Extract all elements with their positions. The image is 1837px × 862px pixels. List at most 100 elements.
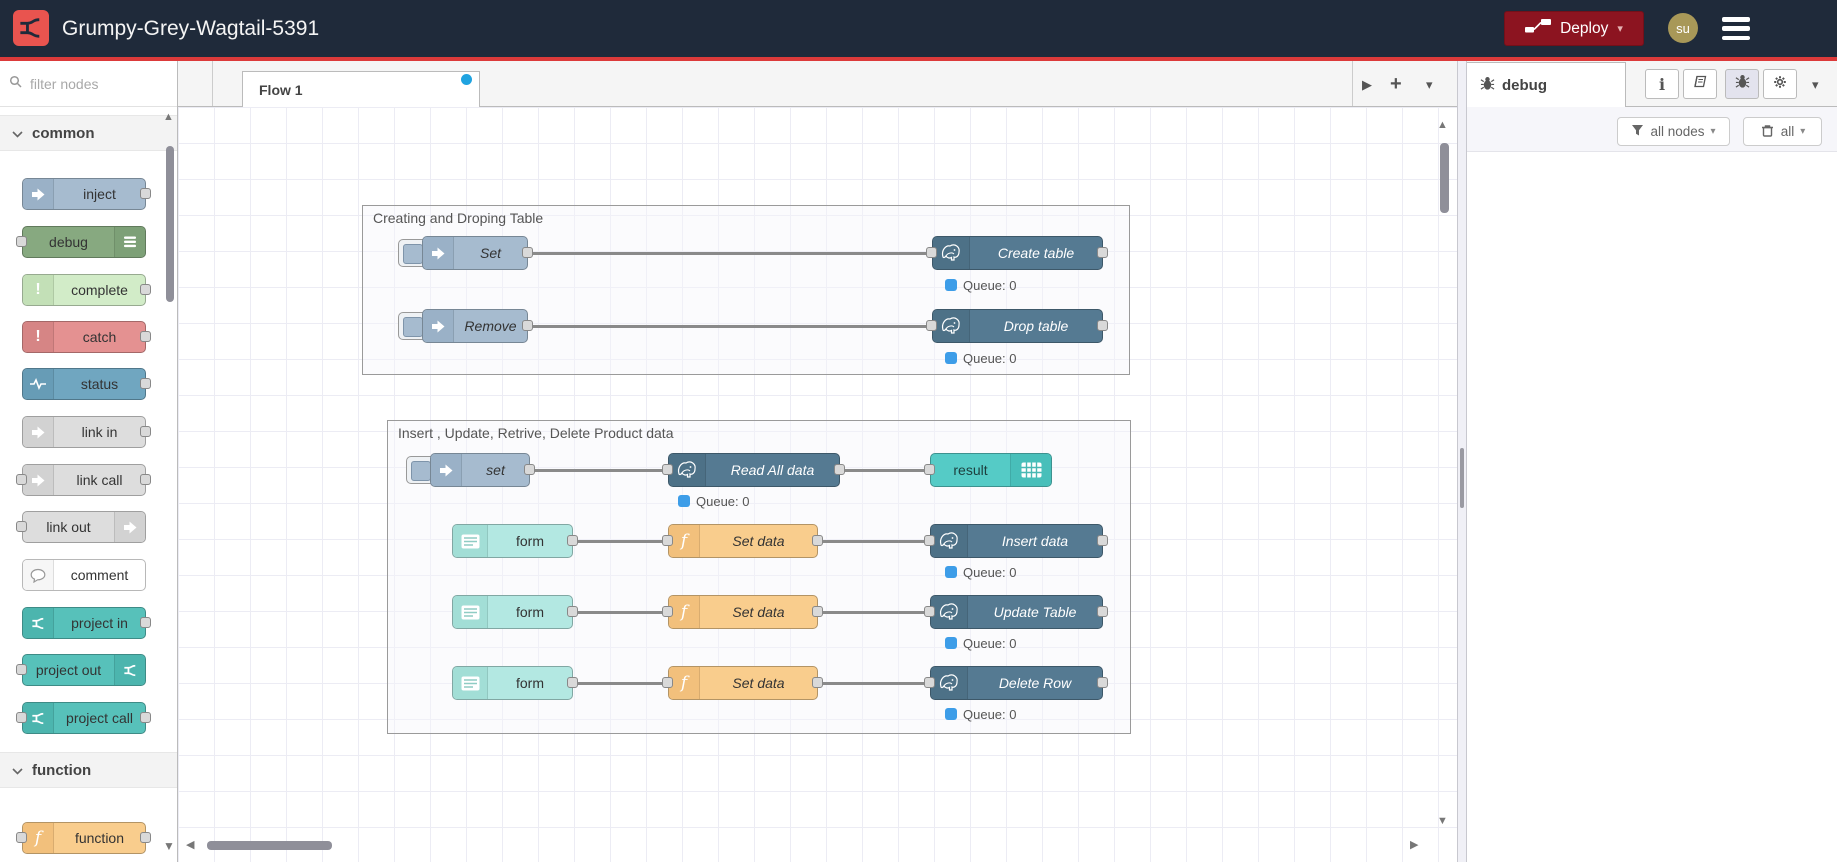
hamburger-menu-icon[interactable]: [1722, 17, 1750, 40]
output-port[interactable]: [1097, 606, 1108, 617]
output-port[interactable]: [567, 606, 578, 617]
next-flow-button[interactable]: ▶: [1362, 77, 1372, 93]
input-port[interactable]: [16, 832, 27, 843]
output-port[interactable]: [812, 535, 823, 546]
output-port[interactable]: [812, 677, 823, 688]
input-port[interactable]: [924, 677, 935, 688]
node-form[interactable]: form: [452, 524, 573, 558]
output-port[interactable]: [140, 712, 151, 723]
config-panel-button[interactable]: [1763, 69, 1797, 99]
deploy-chevron-icon[interactable]: ▾: [1617, 22, 1623, 35]
canvas-hscrollbar-thumb[interactable]: [207, 841, 332, 850]
node-set-lower[interactable]: set: [430, 453, 530, 487]
output-port[interactable]: [567, 677, 578, 688]
input-port[interactable]: [662, 464, 673, 475]
node-set-data[interactable]: f Set data: [668, 524, 818, 558]
input-port[interactable]: [924, 535, 935, 546]
debug-clear-button[interactable]: all ▾: [1743, 117, 1822, 146]
debug-panel-button[interactable]: [1725, 69, 1759, 99]
canvas-scroll-right-icon[interactable]: ▶: [1410, 840, 1418, 851]
canvas-scroll-up-icon[interactable]: ▲: [1437, 120, 1448, 131]
output-port[interactable]: [812, 606, 823, 617]
output-port[interactable]: [140, 331, 151, 342]
wire[interactable]: [818, 540, 930, 543]
filter-nodes-input[interactable]: [28, 74, 162, 93]
output-port[interactable]: [522, 320, 533, 331]
palette-node-comment[interactable]: comment: [22, 559, 146, 591]
palette-node-link-out[interactable]: link out: [22, 511, 146, 543]
output-port[interactable]: [1097, 320, 1108, 331]
output-port[interactable]: [140, 378, 151, 389]
flow-list-chevron-icon[interactable]: ▾: [1426, 77, 1433, 93]
wire[interactable]: [528, 325, 932, 328]
node-set[interactable]: Set: [422, 236, 528, 270]
input-port[interactable]: [16, 712, 27, 723]
output-port[interactable]: [140, 284, 151, 295]
output-port[interactable]: [140, 426, 151, 437]
palette-node-project-out[interactable]: project out: [22, 654, 146, 686]
palette-node-debug[interactable]: debug: [22, 226, 146, 258]
canvas-scroll-left-icon[interactable]: ◀: [186, 840, 194, 851]
wire[interactable]: [528, 252, 932, 255]
palette-category-function[interactable]: function: [0, 752, 177, 788]
sidebar-options-chevron-icon[interactable]: ▾: [1812, 77, 1819, 93]
input-port[interactable]: [16, 236, 27, 247]
palette-node-link-in[interactable]: link in: [22, 416, 146, 448]
wire[interactable]: [573, 682, 668, 685]
output-port[interactable]: [1097, 677, 1108, 688]
wire[interactable]: [573, 540, 668, 543]
input-port[interactable]: [926, 320, 937, 331]
wire[interactable]: [573, 611, 668, 614]
input-port[interactable]: [924, 464, 935, 475]
palette-category-common[interactable]: common: [0, 115, 177, 151]
output-port[interactable]: [140, 188, 151, 199]
debug-filter-button[interactable]: all nodes ▾: [1617, 117, 1730, 146]
input-port[interactable]: [924, 606, 935, 617]
palette-node-function[interactable]: f function: [22, 822, 146, 854]
input-port[interactable]: [662, 606, 673, 617]
input-port[interactable]: [16, 664, 27, 675]
palette-node-inject[interactable]: inject: [22, 178, 146, 210]
info-panel-button[interactable]: i: [1645, 69, 1679, 99]
tab-flow-1[interactable]: Flow 1: [242, 71, 480, 107]
output-port[interactable]: [567, 535, 578, 546]
wire[interactable]: [818, 682, 930, 685]
palette-node-catch[interactable]: ! catch: [22, 321, 146, 353]
node-update-table[interactable]: Update Table: [930, 595, 1103, 629]
palette-scrollbar-thumb[interactable]: [166, 146, 174, 302]
node-form[interactable]: form: [452, 595, 573, 629]
canvas-scroll-down-icon[interactable]: ▼: [1437, 816, 1448, 827]
node-set-data[interactable]: f Set data: [668, 595, 818, 629]
wire[interactable]: [530, 469, 668, 472]
input-port[interactable]: [16, 474, 27, 485]
palette-scroll-down-icon[interactable]: ▼: [163, 840, 175, 852]
debug-messages-panel[interactable]: [1467, 152, 1837, 862]
input-port[interactable]: [662, 535, 673, 546]
help-panel-button[interactable]: [1683, 69, 1717, 99]
node-delete-row[interactable]: Delete Row: [930, 666, 1103, 700]
node-form[interactable]: form: [452, 666, 573, 700]
canvas-vscrollbar-thumb[interactable]: [1440, 143, 1449, 213]
input-port[interactable]: [16, 521, 27, 532]
output-port[interactable]: [834, 464, 845, 475]
node-drop-table[interactable]: Drop table: [932, 309, 1103, 343]
output-port[interactable]: [1097, 535, 1108, 546]
user-avatar[interactable]: su: [1668, 13, 1698, 43]
palette-scroll-up-icon[interactable]: ▲: [163, 112, 174, 123]
wire[interactable]: [818, 611, 930, 614]
output-port[interactable]: [522, 247, 533, 258]
node-remove[interactable]: Remove: [422, 309, 528, 343]
input-port[interactable]: [926, 247, 937, 258]
palette-node-project-call[interactable]: project call: [22, 702, 146, 734]
node-set-data[interactable]: f Set data: [668, 666, 818, 700]
output-port[interactable]: [1097, 247, 1108, 258]
output-port[interactable]: [140, 832, 151, 843]
node-create-table[interactable]: Create table: [932, 236, 1103, 270]
output-port[interactable]: [524, 464, 535, 475]
node-insert-data[interactable]: Insert data: [930, 524, 1103, 558]
deploy-button[interactable]: Deploy ▾: [1504, 11, 1644, 46]
output-port[interactable]: [140, 617, 151, 628]
palette-node-complete[interactable]: ! complete: [22, 274, 146, 306]
palette-node-project-in[interactable]: project in: [22, 607, 146, 639]
add-flow-button[interactable]: +: [1390, 73, 1402, 96]
